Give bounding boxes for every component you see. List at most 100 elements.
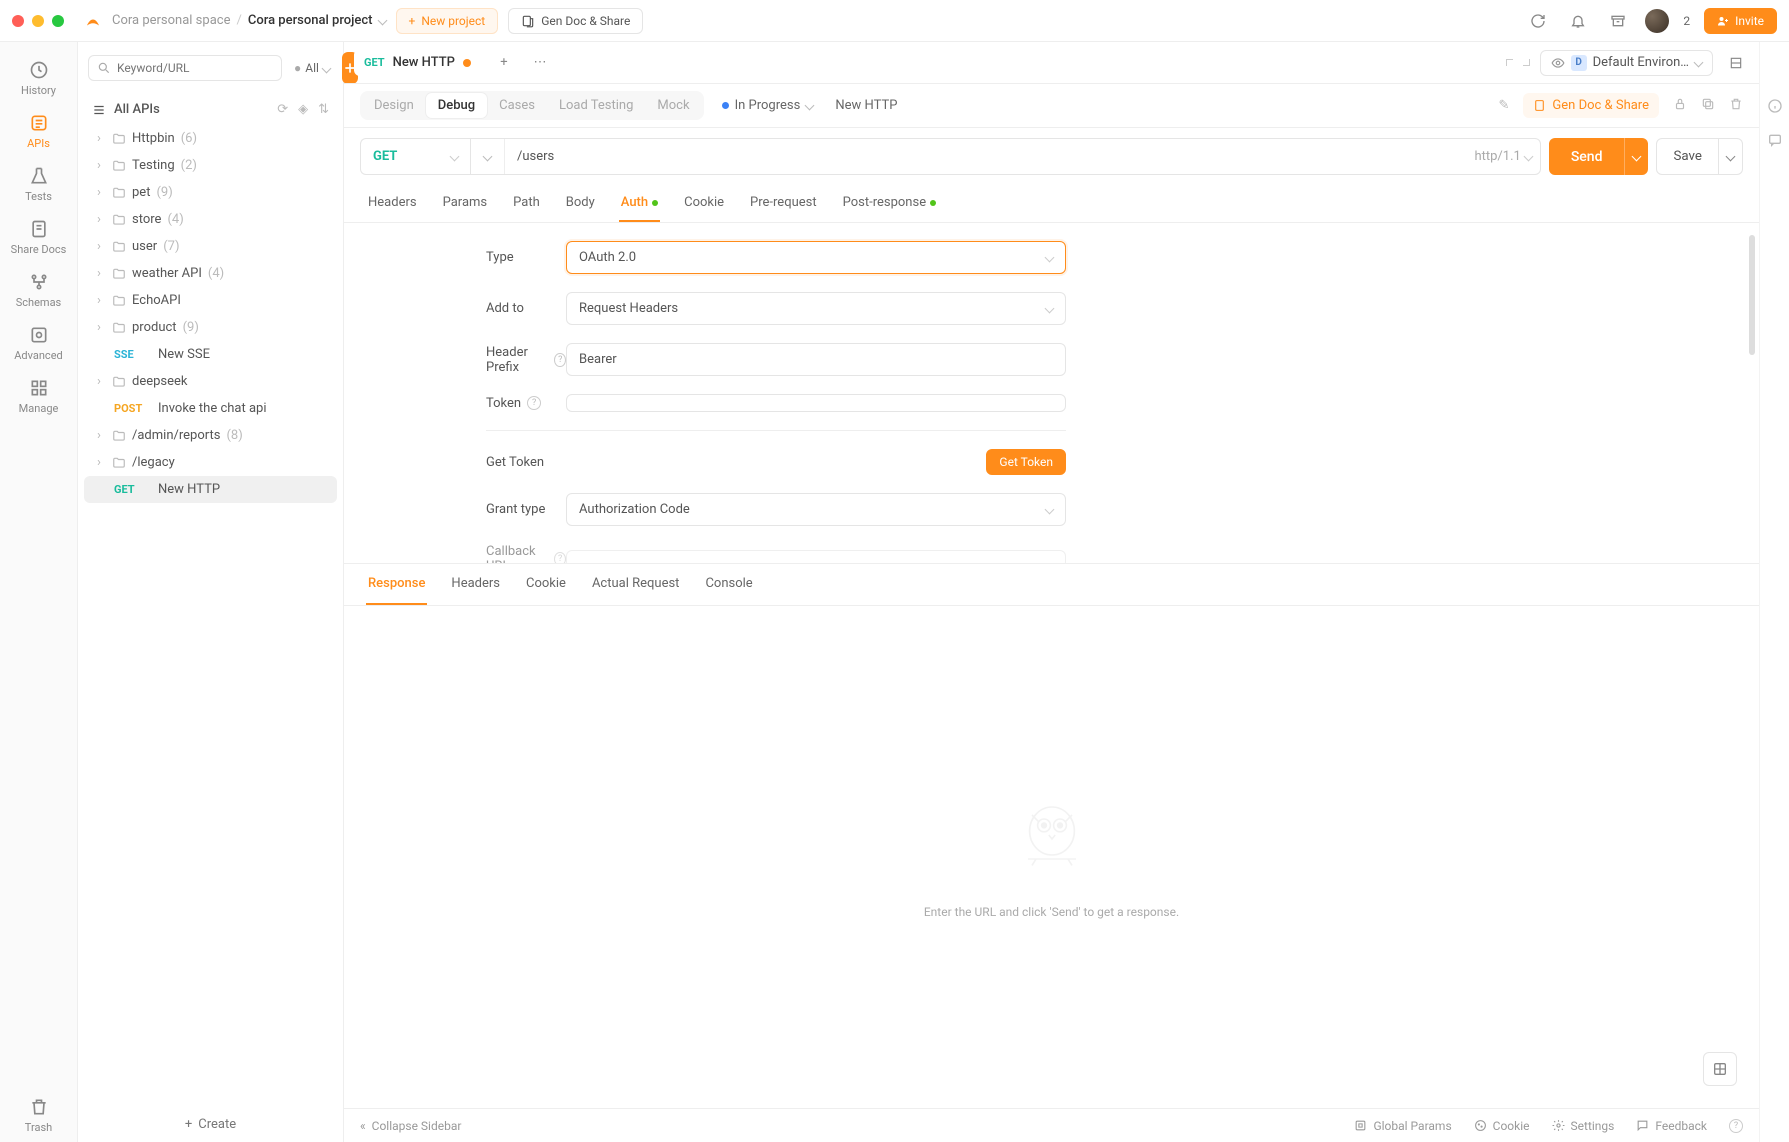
- breadcrumb-project[interactable]: Cora personal project: [248, 13, 373, 28]
- header-prefix-input[interactable]: Bearer: [566, 343, 1066, 376]
- rail-manage[interactable]: Manage: [9, 370, 69, 423]
- status-selector[interactable]: In Progress: [722, 98, 814, 113]
- resp-tab-actual-request[interactable]: Actual Request: [590, 564, 681, 605]
- tab-load-testing[interactable]: Load Testing: [547, 93, 645, 118]
- layout-toggle-icon[interactable]: [1723, 50, 1749, 76]
- req-tab-params[interactable]: Params: [441, 185, 490, 222]
- sync-icon[interactable]: [1525, 8, 1551, 34]
- invite-button[interactable]: Invite: [1704, 8, 1777, 34]
- send-dropdown[interactable]: [1624, 138, 1648, 175]
- tree-folder[interactable]: › Httpbin (6): [84, 125, 337, 152]
- tab-menu[interactable]: ⋯: [527, 50, 553, 76]
- help-icon[interactable]: ?: [527, 396, 541, 410]
- scrollbar-thumb[interactable]: [1749, 235, 1755, 355]
- req-tab-path[interactable]: Path: [511, 185, 542, 222]
- send-button[interactable]: Send: [1549, 138, 1625, 175]
- help-icon[interactable]: ?: [554, 353, 566, 367]
- url-input[interactable]: [505, 139, 1466, 174]
- tree-folder[interactable]: › Testing (2): [84, 152, 337, 179]
- rail-history[interactable]: History: [9, 52, 69, 105]
- tab-design[interactable]: Design: [362, 93, 426, 118]
- statusbar-help[interactable]: ?: [1729, 1119, 1743, 1133]
- gen-doc-chip[interactable]: Gen Doc & Share: [1523, 93, 1659, 118]
- resp-tab-cookie[interactable]: Cookie: [524, 564, 568, 605]
- req-tab-auth[interactable]: Auth: [619, 185, 660, 222]
- scrollbar[interactable]: [1749, 235, 1755, 551]
- close-window[interactable]: [12, 15, 24, 27]
- tree-folder[interactable]: › EchoAPI: [84, 287, 337, 314]
- rail-schemas[interactable]: Schemas: [9, 264, 69, 317]
- layout-float-button[interactable]: [1703, 1052, 1737, 1086]
- statusbar-cookie[interactable]: Cookie: [1474, 1119, 1530, 1133]
- tab-cases[interactable]: Cases: [487, 93, 547, 118]
- chevron-right-icon[interactable]: [1518, 55, 1534, 71]
- tree-folder[interactable]: › /legacy: [84, 449, 337, 476]
- comment-icon[interactable]: [1767, 132, 1783, 152]
- sort-icon[interactable]: ⇅: [318, 102, 329, 117]
- bell-icon[interactable]: [1565, 8, 1591, 34]
- resp-tab-headers[interactable]: Headers: [449, 564, 502, 605]
- tree-folder[interactable]: › deepseek: [84, 368, 337, 395]
- add-to-select[interactable]: Request Headers: [566, 292, 1066, 325]
- rail-trash[interactable]: Trash: [9, 1089, 69, 1142]
- tree-folder[interactable]: › product (9): [84, 314, 337, 341]
- create-button[interactable]: + Create: [78, 1107, 343, 1142]
- global-params[interactable]: Global Params: [1354, 1119, 1451, 1133]
- maximize-window[interactable]: [52, 15, 64, 27]
- grant-type-select[interactable]: Authorization Code: [566, 493, 1066, 526]
- tree-request[interactable]: GET New HTTP: [84, 476, 337, 503]
- method-selector[interactable]: GET: [360, 138, 470, 175]
- magic-icon[interactable]: ✎: [1499, 98, 1510, 113]
- tab-mock[interactable]: Mock: [645, 93, 701, 118]
- new-project-button[interactable]: + New project: [396, 8, 499, 34]
- document-tab[interactable]: GET New HTTP: [354, 49, 481, 76]
- lock-icon[interactable]: [1673, 97, 1687, 115]
- resp-tab-console[interactable]: Console: [703, 564, 754, 605]
- tree-folder[interactable]: › weather API (4): [84, 260, 337, 287]
- token-input[interactable]: [566, 394, 1066, 412]
- rail-share-docs[interactable]: Share Docs: [9, 211, 69, 264]
- info-icon[interactable]: [1767, 98, 1783, 118]
- tree-request[interactable]: SSE New SSE: [84, 341, 337, 368]
- req-tab-headers[interactable]: Headers: [366, 185, 419, 222]
- minimize-window[interactable]: [32, 15, 44, 27]
- breadcrumb-workspace[interactable]: Cora personal space: [112, 13, 230, 28]
- search-input[interactable]: [117, 61, 273, 75]
- request-name[interactable]: New HTTP: [835, 98, 897, 113]
- req-tab-cookie[interactable]: Cookie: [682, 185, 726, 222]
- tree-folder[interactable]: › store (4): [84, 206, 337, 233]
- refresh-icon[interactable]: ⟳: [277, 102, 288, 117]
- tree-folder[interactable]: › /admin/reports (8): [84, 422, 337, 449]
- avatar[interactable]: [1645, 9, 1669, 33]
- req-tab-post-response[interactable]: Post-response: [841, 185, 938, 222]
- callback-url-input[interactable]: [566, 550, 1066, 563]
- search-input-wrap[interactable]: [88, 55, 282, 81]
- rail-advanced[interactable]: Advanced: [9, 317, 69, 370]
- req-tab-pre-request[interactable]: Pre-request: [748, 185, 819, 222]
- tree-folder[interactable]: › pet (9): [84, 179, 337, 206]
- rail-tests[interactable]: Tests: [9, 158, 69, 211]
- sidebar-header[interactable]: All APIs ⟳ ◈ ⇅: [78, 94, 343, 125]
- gen-doc-button[interactable]: Gen Doc & Share: [508, 8, 643, 34]
- chevron-left-icon[interactable]: [1501, 55, 1517, 71]
- statusbar-settings[interactable]: Settings: [1552, 1119, 1615, 1133]
- resp-tab-response[interactable]: Response: [366, 564, 427, 605]
- chevron-down-icon[interactable]: [379, 13, 386, 28]
- locate-icon[interactable]: ◈: [298, 102, 308, 117]
- tree-folder[interactable]: › user (7): [84, 233, 337, 260]
- protocol-selector[interactable]: http/1.1: [1466, 149, 1539, 164]
- help-icon[interactable]: ?: [554, 552, 566, 563]
- save-button[interactable]: Save: [1656, 138, 1719, 175]
- copy-icon[interactable]: [1701, 97, 1715, 115]
- req-tab-body[interactable]: Body: [564, 185, 597, 222]
- url-prefix-dropdown[interactable]: [471, 139, 505, 174]
- get-token-button[interactable]: Get Token: [986, 449, 1066, 475]
- delete-icon[interactable]: [1729, 97, 1743, 115]
- save-dropdown[interactable]: [1719, 138, 1743, 175]
- rail-apis[interactable]: APIs: [9, 105, 69, 158]
- tree-request[interactable]: POST Invoke the chat api: [84, 395, 337, 422]
- environment-selector[interactable]: D Default Environ…: [1540, 50, 1713, 76]
- archive-icon[interactable]: [1605, 8, 1631, 34]
- new-tab-button[interactable]: +: [491, 50, 517, 76]
- statusbar-feedback[interactable]: Feedback: [1636, 1119, 1707, 1133]
